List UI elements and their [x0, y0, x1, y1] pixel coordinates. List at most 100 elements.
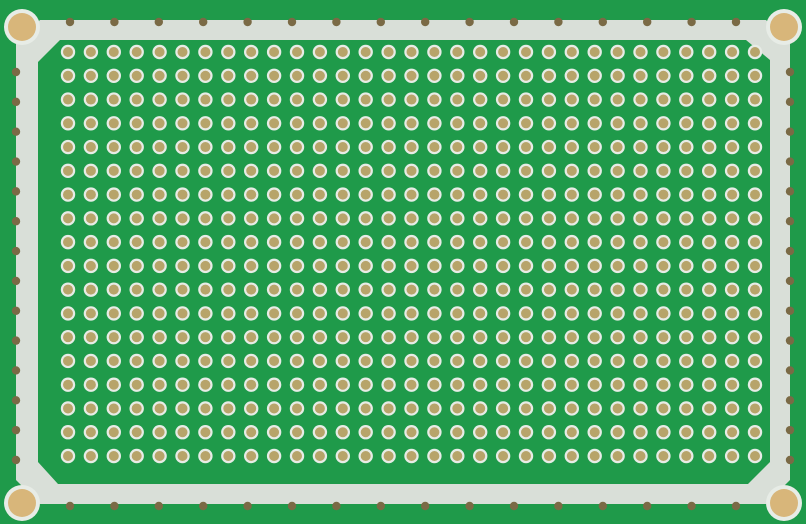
pad [381, 116, 396, 131]
pad-copper [475, 451, 486, 461]
pad [427, 401, 442, 416]
pad-copper [108, 189, 119, 200]
pad-copper [337, 284, 348, 295]
pad [541, 44, 557, 60]
pad-copper [681, 47, 692, 57]
pad [266, 187, 282, 202]
pad [106, 234, 122, 250]
pad [747, 187, 763, 202]
pad-copper [727, 47, 738, 57]
pad-copper [612, 308, 623, 319]
pad [244, 92, 259, 107]
edge-hole [731, 501, 741, 511]
pad-copper [269, 47, 280, 57]
pad-copper [246, 427, 257, 438]
pad [518, 425, 534, 440]
pad-copper [85, 260, 96, 271]
pad-copper [543, 379, 554, 390]
pad-copper [566, 237, 577, 248]
pad-copper [406, 427, 417, 438]
edge-hole [332, 17, 341, 27]
pad [518, 258, 534, 274]
pad-copper [589, 260, 600, 271]
pad-copper [131, 142, 142, 153]
pad-copper [337, 70, 348, 81]
pad-copper [543, 260, 554, 271]
pad [587, 306, 602, 321]
edge-hole [65, 17, 75, 27]
pad-copper [85, 118, 96, 129]
pad-copper [727, 94, 738, 105]
pad [473, 139, 488, 155]
pad-copper [177, 427, 188, 438]
pad [427, 282, 442, 297]
pad-copper [246, 355, 257, 366]
pad [564, 425, 579, 440]
pad [244, 163, 259, 179]
pad [152, 329, 167, 345]
pad-copper [337, 308, 348, 319]
pad [335, 306, 350, 321]
pad [564, 448, 579, 464]
pad-copper [658, 379, 669, 390]
pad [404, 329, 419, 345]
edge-hole [199, 501, 208, 511]
pad-copper [704, 142, 715, 153]
pad [221, 401, 236, 416]
pad [518, 139, 534, 155]
pad [266, 163, 282, 179]
pad [747, 68, 763, 83]
pad [60, 44, 76, 60]
pad-copper [63, 355, 73, 366]
pad-copper [63, 308, 73, 319]
pad [312, 329, 328, 345]
pad-copper [314, 284, 325, 295]
pad [747, 425, 763, 440]
pad [198, 329, 213, 345]
pad [427, 425, 442, 440]
pad-copper [269, 165, 280, 176]
pad [702, 92, 717, 107]
pad-copper [63, 142, 73, 153]
pad [152, 68, 167, 83]
pad [244, 377, 259, 392]
pad-copper [658, 213, 669, 224]
pad-copper [750, 70, 760, 81]
pad [702, 211, 717, 226]
edge-hole [421, 501, 430, 511]
edge-hole [11, 97, 21, 107]
pad-copper [246, 94, 257, 105]
pad-copper [429, 142, 440, 153]
pad [564, 329, 579, 345]
edge-hole [554, 17, 563, 27]
pad [633, 163, 648, 179]
pad [633, 44, 648, 60]
pad-copper [383, 308, 394, 319]
pad-copper [681, 427, 692, 438]
pad-copper [360, 260, 371, 271]
pad-copper [704, 118, 715, 129]
pad-copper [383, 142, 394, 153]
pad-copper [750, 427, 760, 438]
pad-copper [360, 284, 371, 295]
pad-copper [383, 451, 394, 461]
pad [450, 116, 465, 131]
pad-copper [131, 332, 142, 343]
pad-copper [475, 308, 486, 319]
pad [541, 187, 557, 202]
pad-copper [269, 260, 280, 271]
pad-copper [314, 189, 325, 200]
pad [60, 163, 76, 179]
pad-copper [658, 189, 669, 200]
pad-copper [292, 379, 302, 390]
pad-copper [223, 451, 234, 461]
pad [610, 44, 625, 60]
pad [152, 353, 167, 369]
pad [679, 401, 694, 416]
pad-copper [452, 189, 463, 200]
edge-hole [376, 17, 385, 27]
pad [244, 116, 259, 131]
pad-copper [612, 451, 623, 461]
pad [702, 353, 717, 369]
pad [129, 282, 144, 297]
